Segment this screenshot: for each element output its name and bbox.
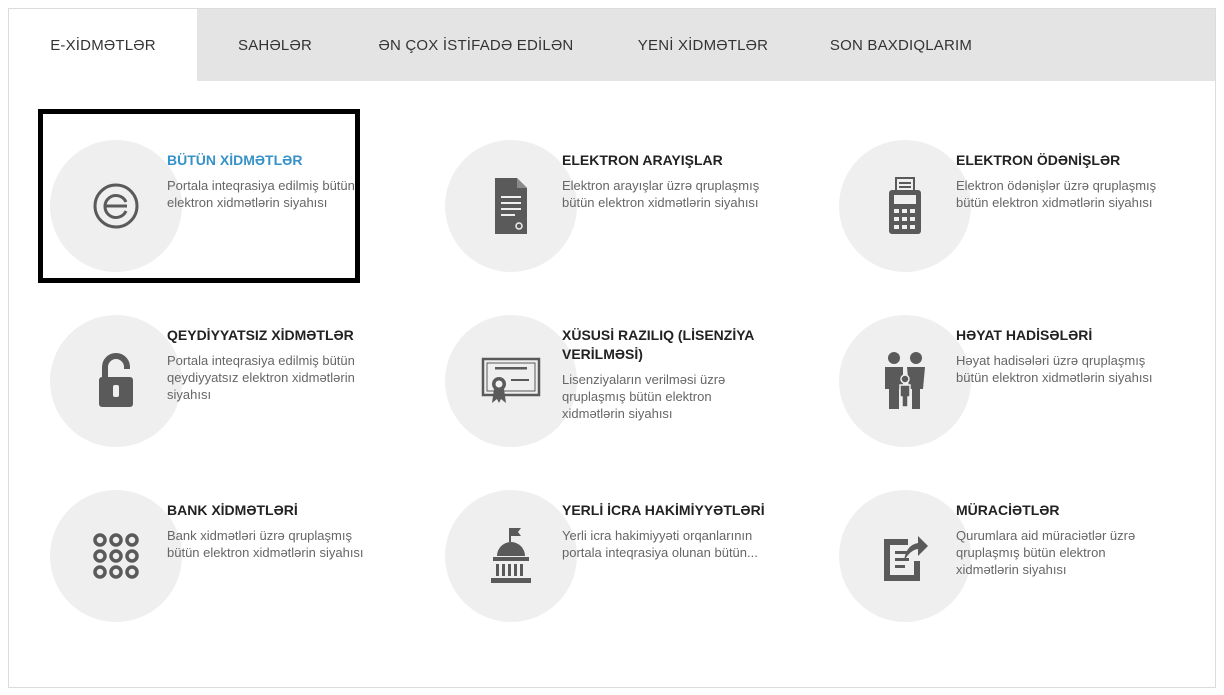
card-icon-circle	[839, 490, 971, 622]
card-title: ELEKTRON ÖDƏNİŞLƏR	[956, 152, 1121, 168]
card-description: Həyat hadisələri üzrə qruplaşmış bütün e…	[956, 353, 1153, 385]
tab-e-services[interactable]: E-XİDMƏTLƏR	[9, 9, 197, 81]
card-title: MÜRACİƏTLƏR	[956, 502, 1060, 518]
unlock-icon	[99, 353, 133, 407]
card-icon-circle	[445, 140, 577, 272]
card-icon-circle	[50, 315, 182, 447]
card-description: Portala inteqrasiya edilmiş bütün qeydiy…	[167, 353, 355, 402]
card-title: BÜTÜN XİDMƏTLƏR	[167, 152, 303, 168]
government-building-icon	[491, 528, 531, 583]
card-title: BANK XİDMƏTLƏRİ	[167, 502, 298, 518]
tab-areas[interactable]: SAHƏLƏR	[197, 9, 353, 81]
appeal-document-icon	[884, 536, 928, 581]
card-title: QEYDİYYATSIZ XİDMƏTLƏR	[167, 327, 354, 343]
services-grid: BÜTÜN XİDMƏTLƏR Portala inteqrasiya edil…	[9, 81, 1215, 681]
card-all-services[interactable]: BÜTÜN XİDMƏTLƏR Portala inteqrasiya edil…	[17, 120, 387, 290]
card-unregistered-services[interactable]: QEYDİYYATSIZ XİDMƏTLƏR Portala inteqrasi…	[17, 295, 387, 465]
card-icon-circle	[839, 315, 971, 447]
card-title: ELEKTRON ARAYIŞLAR	[562, 152, 723, 168]
tab-new-services[interactable]: YENİ XİDMƏTLƏR	[599, 9, 807, 81]
card-icon-circle	[50, 490, 182, 622]
card-appeals[interactable]: MÜRACİƏTLƏR Qurumlara aid müraciətlər üz…	[806, 470, 1176, 640]
card-icon-circle	[839, 140, 971, 272]
card-icon-circle	[445, 490, 577, 622]
card-bank-services[interactable]: BANK XİDMƏTLƏRİ Bank xidmətləri üzrə qru…	[17, 470, 387, 640]
card-local-executive-authorities[interactable]: YERLİ İCRA HAKİMİYYƏTLƏRİ Yerli icra hak…	[412, 470, 782, 640]
card-title: HƏYAT HADİSƏLƏRİ	[956, 327, 1093, 343]
card-special-permission[interactable]: XÜSUSİ RAZILIQ (LİSENZİYA VERİLMƏSİ) Lis…	[412, 295, 782, 465]
card-electronic-payments[interactable]: ELEKTRON ÖDƏNİŞLƏR Elektron ödənişlər üz…	[806, 120, 1176, 290]
certificate-icon	[481, 357, 541, 403]
card-description: Elektron arayışlar üzrə qruplaşmış bütün…	[562, 178, 760, 210]
e-gov-logo-icon	[93, 183, 139, 229]
tab-bar: E-XİDMƏTLƏR SAHƏLƏR ƏN ÇOX İSTİFADƏ EDİL…	[9, 9, 1215, 81]
card-electronic-references[interactable]: ELEKTRON ARAYIŞLAR Elektron arayışlar üz…	[412, 120, 782, 290]
card-life-events[interactable]: HƏYAT HADİSƏLƏRİ Həyat hadisələri üzrə q…	[806, 295, 1176, 465]
card-description: Portala inteqrasiya edilmiş bütün elektr…	[167, 178, 355, 210]
card-title: YERLİ İCRA HAKİMİYYƏTLƏRİ	[562, 502, 765, 518]
card-description: Elektron ödənişlər üzrə qruplaşmış bütün…	[956, 178, 1157, 210]
tab-recently-viewed[interactable]: SON BAXDIQLARIM	[807, 9, 995, 81]
tab-most-used[interactable]: ƏN ÇOX İSTİFADƏ EDİLƏN	[353, 9, 599, 81]
card-title: XÜSUSİ RAZILIQ (LİSENZİYA VERİLMƏSİ)	[562, 327, 754, 362]
card-description: Yerli icra hakimiyyəti orqanlarının port…	[562, 528, 758, 560]
card-description: Bank xidmətləri üzrə qruplaşmış bütün el…	[167, 528, 364, 560]
payment-terminal-icon	[889, 177, 921, 234]
card-description: Lisenziyaların verilməsi üzrə qruplaşmış…	[562, 372, 726, 421]
card-icon-circle	[445, 315, 577, 447]
card-description: Qurumlara aid müraciətlər üzrə qruplaşmı…	[956, 528, 1136, 577]
keypad-icon	[93, 533, 139, 579]
family-icon	[885, 352, 925, 409]
services-panel: E-XİDMƏTLƏR SAHƏLƏR ƏN ÇOX İSTİFADƏ EDİL…	[8, 8, 1216, 688]
document-icon	[495, 178, 527, 234]
card-icon-circle	[50, 140, 182, 272]
